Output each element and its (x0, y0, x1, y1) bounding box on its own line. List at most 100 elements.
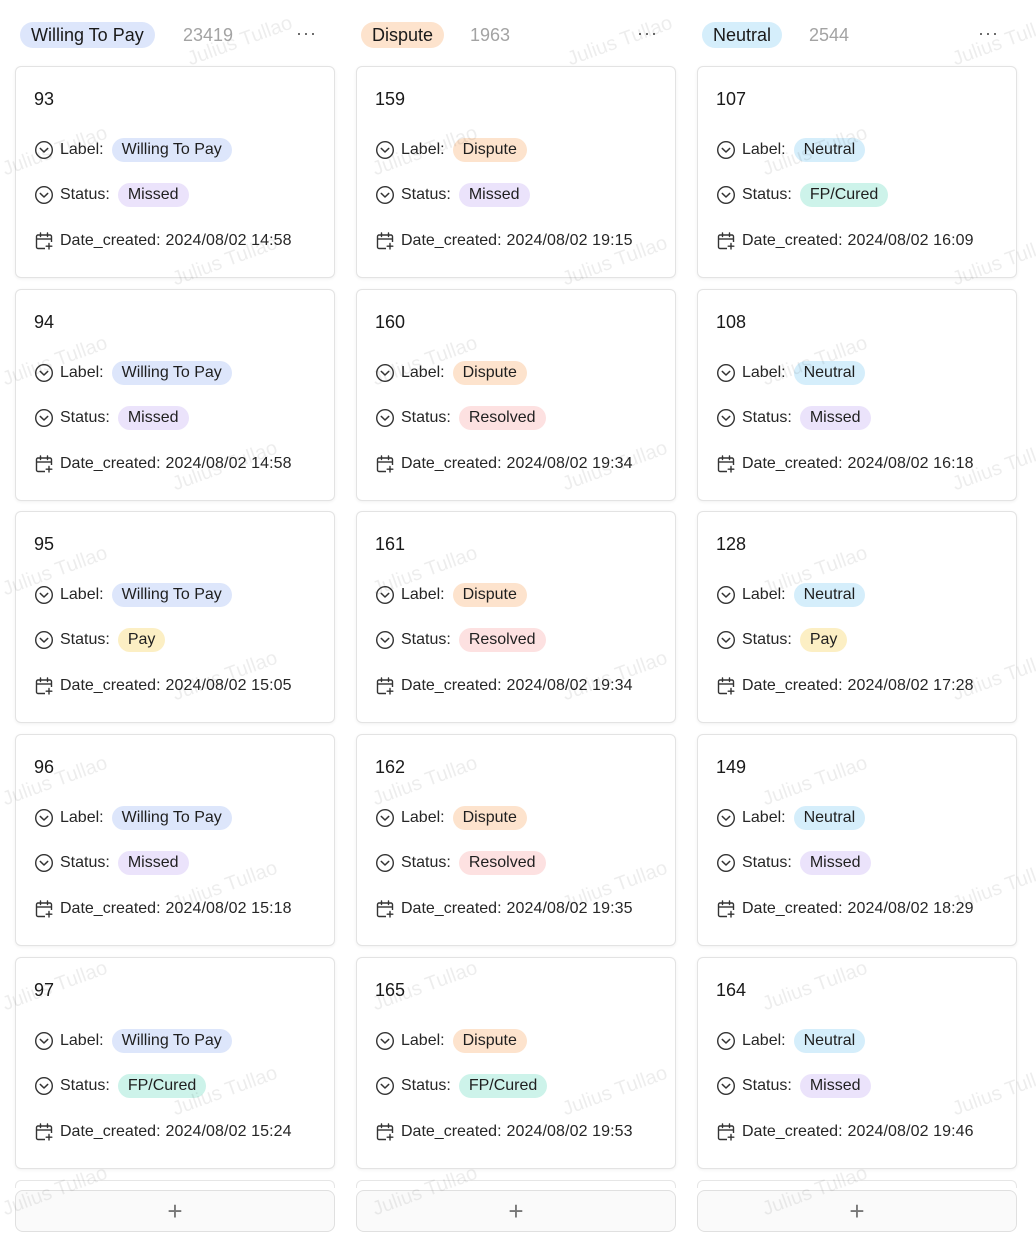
status-field: Status: Missed (716, 405, 871, 431)
chevron-circle-icon (34, 585, 54, 605)
date-value: 2024/08/02 19:34 (506, 455, 633, 472)
status-tag: Resolved (458, 851, 546, 875)
label-tag: Dispute (452, 583, 527, 607)
chevron-circle-icon (375, 585, 395, 605)
card[interactable]: 162 Label: Dispute Status: Resolved Date… (356, 734, 676, 946)
field-name: Status: (60, 186, 110, 203)
label-field: Label: Dispute (375, 1028, 527, 1054)
label-field: Label: Neutral (716, 360, 866, 386)
date-value: 2024/08/02 17:28 (847, 677, 974, 694)
card-title: 97 (34, 980, 55, 1000)
chevron-circle-icon (716, 140, 736, 160)
status-field: Status: Missed (34, 850, 189, 876)
add-card-button[interactable]: + (697, 1190, 1017, 1232)
field-name: Label: (742, 141, 786, 158)
field-name: Label: (60, 364, 104, 381)
date-field: Date_created: 2024/08/02 15:24 (34, 1119, 292, 1145)
date-value: 2024/08/02 19:46 (847, 1123, 974, 1140)
label-tag: Willing To Pay (111, 806, 232, 830)
field-name: Status: (60, 854, 110, 871)
column-title[interactable]: Willing To Pay (20, 22, 155, 48)
card-title: 95 (34, 534, 55, 554)
card-title: 164 (716, 980, 747, 1000)
calendar-add-icon (375, 899, 395, 919)
card[interactable]: 93 Label: Willing To Pay Status: Missed … (15, 66, 335, 278)
chevron-circle-icon (375, 1076, 395, 1096)
card[interactable]: 159 Label: Dispute Status: Missed Date_c… (356, 66, 676, 278)
date-field: Date_created: 2024/08/02 16:18 (716, 451, 974, 477)
label-field: Label: Willing To Pay (34, 1028, 232, 1054)
status-tag: FP/Cured (117, 1074, 207, 1098)
status-field: Status: FP/Cured (34, 1073, 207, 1099)
chevron-circle-icon (375, 185, 395, 205)
field-name: Label: (742, 1032, 786, 1049)
chevron-circle-icon (716, 808, 736, 828)
status-field: Status: Pay (716, 627, 848, 653)
chevron-circle-icon (375, 1031, 395, 1051)
label-field: Label: Neutral (716, 582, 866, 608)
card[interactable]: 149 Label: Neutral Status: Missed Date_c… (697, 734, 1017, 946)
field-name: Label: (401, 809, 445, 826)
field-name: Label: (401, 586, 445, 603)
field-name: Date_created: (60, 232, 161, 249)
date-field: Date_created: 2024/08/02 14:58 (34, 228, 292, 254)
column-count: 2544 (809, 25, 850, 45)
calendar-add-icon (34, 676, 54, 696)
chevron-circle-icon (34, 140, 54, 160)
add-card-button[interactable]: + (15, 1190, 335, 1232)
chevron-circle-icon (34, 408, 54, 428)
field-name: Label: (401, 141, 445, 158)
card[interactable]: 107 Label: Neutral Status: FP/Cured Date… (697, 66, 1017, 278)
field-name: Label: (60, 586, 104, 603)
field-name: Status: (742, 1077, 792, 1094)
status-field: Status: Pay (34, 627, 166, 653)
card[interactable]: 128 Label: Neutral Status: Pay Date_crea… (697, 511, 1017, 723)
card[interactable]: 97 Label: Willing To Pay Status: FP/Cure… (15, 957, 335, 1169)
label-field: Label: Willing To Pay (34, 137, 232, 163)
card[interactable]: 165 Label: Dispute Status: FP/Cured Date… (356, 957, 676, 1169)
field-name: Status: (401, 854, 451, 871)
date-value: 2024/08/02 14:58 (165, 232, 292, 249)
card[interactable]: 108 Label: Neutral Status: Missed Date_c… (697, 289, 1017, 501)
label-field: Label: Dispute (375, 805, 527, 831)
next-card-peek (356, 1180, 676, 1188)
label-field: Label: Willing To Pay (34, 805, 232, 831)
status-field: Status: Resolved (375, 850, 546, 876)
calendar-add-icon (716, 231, 736, 251)
column-title[interactable]: Dispute (361, 22, 445, 48)
date-field: Date_created: 2024/08/02 18:29 (716, 896, 974, 922)
card[interactable]: 96 Label: Willing To Pay Status: Missed … (15, 734, 335, 946)
chevron-circle-icon (375, 853, 395, 873)
label-tag: Willing To Pay (111, 1029, 232, 1053)
label-tag: Neutral (793, 138, 866, 162)
status-tag: FP/Cured (458, 1074, 548, 1098)
label-tag: Willing To Pay (111, 583, 232, 607)
field-name: Label: (742, 364, 786, 381)
card[interactable]: 160 Label: Dispute Status: Resolved Date… (356, 289, 676, 501)
card[interactable]: 161 Label: Dispute Status: Resolved Date… (356, 511, 676, 723)
card-title: 93 (34, 89, 55, 109)
chevron-circle-icon (34, 808, 54, 828)
date-value: 2024/08/02 15:18 (165, 900, 292, 917)
label-tag: Willing To Pay (111, 138, 232, 162)
card[interactable]: 95 Label: Willing To Pay Status: Pay Dat… (15, 511, 335, 723)
date-value: 2024/08/02 19:53 (506, 1123, 633, 1140)
more-options-icon[interactable]: ··· (978, 20, 999, 46)
field-name: Date_created: (742, 677, 843, 694)
card[interactable]: 164 Label: Neutral Status: Missed Date_c… (697, 957, 1017, 1169)
more-options-icon[interactable]: ··· (637, 20, 658, 46)
label-tag: Willing To Pay (111, 361, 232, 385)
more-options-icon[interactable]: ··· (296, 20, 317, 46)
calendar-add-icon (716, 1122, 736, 1142)
card[interactable]: 94 Label: Willing To Pay Status: Missed … (15, 289, 335, 501)
date-field: Date_created: 2024/08/02 16:09 (716, 228, 974, 254)
field-name: Status: (401, 409, 451, 426)
date-value: 2024/08/02 19:34 (506, 677, 633, 694)
label-tag: Dispute (452, 1029, 527, 1053)
column-title[interactable]: Neutral (702, 22, 783, 48)
field-name: Label: (401, 364, 445, 381)
add-card-button[interactable]: + (356, 1190, 676, 1232)
label-tag: Dispute (452, 361, 527, 385)
field-name: Status: (401, 186, 451, 203)
label-tag: Neutral (793, 806, 866, 830)
